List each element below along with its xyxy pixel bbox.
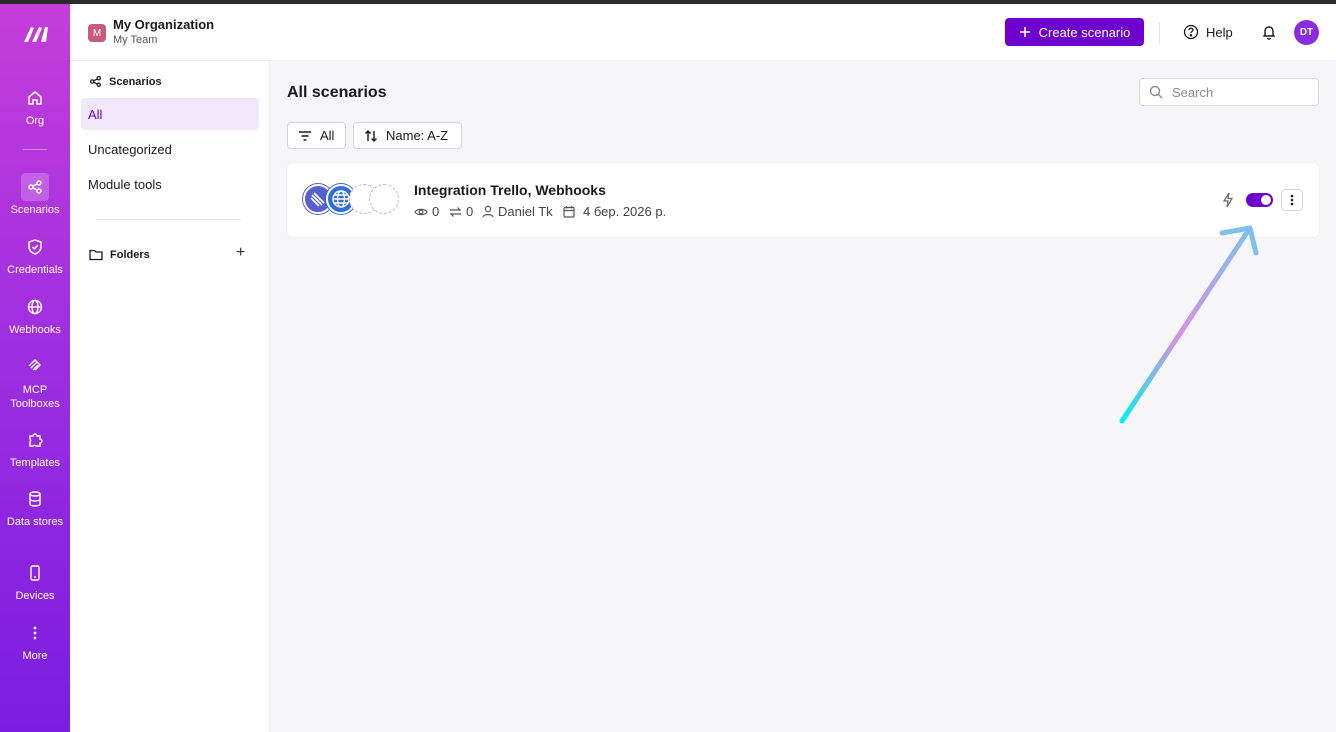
swap-arrows-icon	[449, 206, 462, 217]
eye-icon	[414, 208, 428, 215]
rail-item-label: Devices	[15, 590, 55, 602]
operations-count: 0	[466, 204, 474, 219]
filter-label: All	[320, 128, 335, 143]
sidebar-item-all[interactable]: All	[81, 98, 259, 130]
plus-icon	[1019, 27, 1030, 37]
user-avatar[interactable]: DT	[1294, 20, 1319, 45]
rail-item-label: More	[22, 650, 48, 662]
rail-item-label: Data stores	[6, 516, 64, 528]
rail-item-label: MCP Toolboxes	[10, 384, 60, 410]
annotation-arrow	[1119, 225, 1259, 424]
sidebar-item-module-tools[interactable]: Module tools	[81, 168, 259, 200]
more-vertical-icon	[1290, 194, 1294, 206]
make-logo-icon[interactable]	[22, 24, 50, 44]
top-header: M My Organization My Team Create scenari…	[70, 4, 1336, 61]
database-icon	[21, 485, 49, 513]
rail-item-label: Credentials	[7, 264, 63, 276]
create-scenario-button[interactable]: Create scenario	[1005, 18, 1144, 46]
folder-icon	[89, 249, 103, 261]
more-vertical-icon	[21, 619, 49, 647]
help-label: Help	[1206, 24, 1233, 40]
rail-item-mcp-toolboxes[interactable]: MCP Toolboxes	[0, 353, 70, 411]
scenario-operations: 0	[449, 204, 473, 219]
scenario-active-toggle[interactable]	[1246, 193, 1273, 207]
sidebar-section-label: Scenarios	[109, 75, 162, 88]
sort-arrows-icon	[365, 129, 377, 142]
folders-label: Folders	[110, 248, 150, 261]
search-input[interactable]	[1139, 78, 1319, 106]
owner-name: Daniel Tk	[498, 204, 553, 219]
share-nodes-icon	[90, 76, 101, 87]
rail-item-label: Scenarios	[10, 204, 60, 216]
primary-nav-rail: Org Scenarios Credentials Webhooks MCP T…	[0, 4, 70, 732]
scenario-date: 4 бер. 2026 р.	[563, 204, 666, 219]
rail-item-more[interactable]: More	[0, 619, 70, 663]
created-date: 4 бер. 2026 р.	[583, 204, 667, 219]
user-icon	[482, 205, 494, 218]
rail-item-data-stores[interactable]: Data stores	[0, 485, 70, 529]
create-scenario-label: Create scenario	[1038, 24, 1131, 40]
scenarios-sidebar: Scenarios All Uncategorized Module tools…	[70, 61, 270, 732]
rail-item-devices[interactable]: Devices	[0, 559, 70, 603]
filter-lines-icon	[299, 130, 311, 141]
sidebar-section-title: Scenarios	[89, 75, 162, 88]
phone-icon	[21, 559, 49, 587]
sidebar-item-uncategorized[interactable]: Uncategorized	[81, 133, 259, 165]
home-icon	[21, 84, 49, 112]
sort-label: Name: A-Z	[386, 128, 449, 143]
instant-trigger-icon	[1222, 192, 1234, 208]
page-title: All scenarios	[287, 84, 387, 101]
rail-item-label: Org	[25, 115, 45, 127]
rail-item-org[interactable]: Org	[0, 84, 70, 128]
sort-button[interactable]: Name: A-Z	[353, 122, 462, 149]
scenario-card[interactable]: Integration Trello, Webhooks 0 0 Daniel …	[287, 163, 1319, 237]
module-placeholder	[369, 184, 399, 214]
notifications-bell-icon[interactable]	[1260, 23, 1278, 41]
header-divider	[1159, 22, 1160, 44]
help-circle-icon	[1183, 24, 1199, 40]
folders-header: Folders	[89, 248, 150, 261]
puzzle-icon	[21, 426, 49, 454]
calendar-icon	[563, 206, 575, 218]
mcp-icon	[21, 353, 49, 381]
filter-button[interactable]: All	[287, 122, 346, 149]
rail-divider	[23, 149, 47, 150]
globe-icon	[21, 293, 49, 321]
org-badge[interactable]: M	[88, 24, 106, 42]
add-folder-button[interactable]: +	[236, 244, 245, 262]
scenario-name[interactable]: Integration Trello, Webhooks	[414, 182, 606, 198]
rail-item-label: Webhooks	[9, 324, 61, 336]
rail-item-scenarios[interactable]: Scenarios	[0, 173, 70, 217]
team-name[interactable]: My Team	[113, 34, 157, 46]
share-nodes-icon	[21, 173, 49, 201]
views-count: 0	[432, 204, 440, 219]
sidebar-divider	[96, 219, 241, 220]
rail-item-webhooks[interactable]: Webhooks	[0, 293, 70, 337]
search-icon	[1149, 85, 1163, 99]
toggle-knob	[1261, 195, 1271, 205]
rail-item-label: Templates	[9, 457, 61, 469]
shield-check-icon	[21, 233, 49, 261]
rail-item-credentials[interactable]: Credentials	[0, 233, 70, 277]
help-button[interactable]: Help	[1183, 24, 1233, 40]
org-name[interactable]: My Organization	[113, 17, 214, 32]
scenario-views: 0	[414, 204, 439, 219]
scenario-owner: Daniel Tk	[482, 204, 553, 219]
scenario-options-button[interactable]	[1281, 189, 1303, 211]
rail-item-templates[interactable]: Templates	[0, 426, 70, 470]
